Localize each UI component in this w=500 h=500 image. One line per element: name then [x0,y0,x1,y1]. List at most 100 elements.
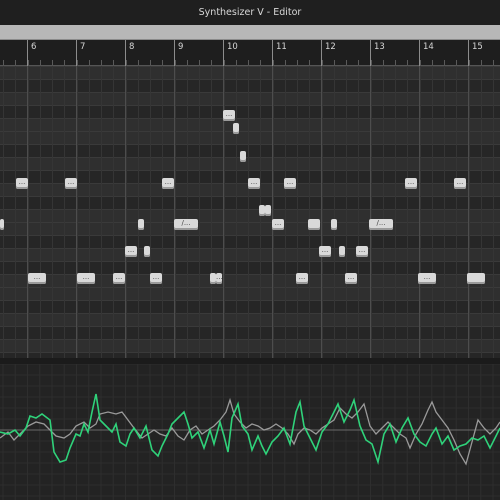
row-line [0,170,500,171]
note[interactable] [265,205,271,216]
ruler-tick [358,60,359,65]
piano-roll-row [0,235,500,248]
ruler-tick [334,60,335,65]
ruler-tick [101,60,102,65]
piano-roll-grid[interactable]: ........................ /...... /........… [0,66,500,358]
parameter-panel[interactable] [0,364,500,500]
note[interactable] [233,123,239,134]
bar-number: 6 [31,42,37,52]
beat-line [236,66,237,358]
note[interactable] [144,246,150,257]
bar-number: 11 [276,42,287,52]
pitch-curve-graph[interactable] [0,364,500,500]
note[interactable]: ... [28,273,46,284]
note[interactable] [138,219,144,230]
bar-line [272,66,273,358]
note[interactable]: ... [319,246,331,257]
note[interactable]: /... [174,219,198,230]
beat-line [15,66,16,358]
ruler-tick [162,60,163,65]
note[interactable]: /... [369,219,393,230]
note[interactable] [331,219,337,230]
note[interactable] [0,219,4,230]
row-line [0,352,500,353]
ruler-tick [383,60,384,65]
note[interactable]: ... [356,246,368,257]
beat-line [175,66,176,358]
note[interactable]: ... [418,273,436,284]
note[interactable] [308,219,320,230]
row-line [0,118,500,119]
beat-line [383,66,384,358]
ruler-tick [211,60,212,65]
beat-line [420,66,421,358]
note[interactable]: ... [162,178,174,189]
row-line [0,105,500,106]
ruler-tick [395,60,396,65]
beat-line [395,66,396,358]
note[interactable]: ... [454,178,466,189]
ruler-tick [52,60,53,65]
window-title: Synthesizer V - Editor [198,7,302,18]
ruler-tick [432,60,433,65]
note[interactable] [467,273,485,284]
horizontal-scrollbar[interactable] [0,25,500,40]
piano-roll-row [0,326,500,339]
piano-roll-row [0,131,500,144]
note[interactable]: ... [16,178,28,189]
beat-line [28,66,29,358]
ruler-tick [224,60,225,65]
beat-line [40,66,41,358]
note[interactable]: ... [150,273,162,284]
row-line [0,92,500,93]
beat-line [456,66,457,358]
ruler-tick [407,60,408,65]
beat-line [469,66,470,358]
note[interactable]: ... [284,178,296,189]
bar-marker [76,40,77,66]
beat-line [187,66,188,358]
note[interactable]: ... [113,273,125,284]
note[interactable]: ... [216,273,222,284]
ruler-tick [77,60,78,65]
bar-line [174,66,175,358]
piano-roll-row [0,118,500,131]
note[interactable]: ... [223,110,235,121]
beat-line [52,66,53,358]
ruler-tick [371,60,372,65]
row-line [0,326,500,327]
row-line [0,313,500,314]
note[interactable]: ... [65,178,77,189]
timeline-ruler[interactable]: 6 7 8 9 10 11 12 13 14 15 [0,40,500,66]
ruler-tick [64,60,65,65]
bar-line [125,66,126,358]
beat-line [432,66,433,358]
row-line [0,79,500,80]
bar-number: 10 [227,42,238,52]
note[interactable]: ... [296,273,308,284]
note[interactable]: ... [405,178,417,189]
beat-line [3,66,4,358]
beat-line [309,66,310,358]
bar-line [321,66,322,358]
beat-line [101,66,102,358]
note[interactable]: ... [125,246,137,257]
note[interactable]: ... [77,273,95,284]
ruler-tick [481,60,482,65]
ruler-tick [322,60,323,65]
piano-roll-row [0,300,500,313]
note[interactable]: ... [345,273,357,284]
note[interactable]: ... [272,219,284,230]
beat-line [285,66,286,358]
ruler-tick [15,60,16,65]
note[interactable] [240,151,246,162]
beat-line [89,66,90,358]
note[interactable] [339,246,345,257]
ruler-tick [444,60,445,65]
bar-marker [27,40,28,66]
bar-marker [321,40,322,66]
beat-line [113,66,114,358]
beat-line [150,66,151,358]
note[interactable]: ... [248,178,260,189]
beat-line [297,66,298,358]
